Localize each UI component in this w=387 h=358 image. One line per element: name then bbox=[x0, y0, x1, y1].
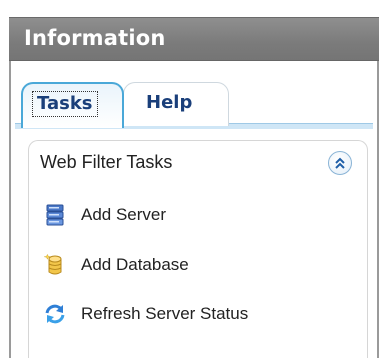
information-panel: Information Tasks Help Web Filter Tasks bbox=[0, 0, 387, 358]
tab-strip: Tasks Help bbox=[11, 61, 377, 131]
task-refresh-server-status-label: Refresh Server Status bbox=[81, 304, 249, 323]
task-refresh-server-status[interactable]: Refresh Server Status bbox=[43, 301, 343, 327]
title-bar: Information bbox=[9, 17, 379, 61]
refresh-icon bbox=[43, 302, 67, 326]
collapse-button[interactable] bbox=[328, 151, 352, 175]
double-chevron-up-icon bbox=[335, 157, 345, 169]
server-icon bbox=[43, 203, 67, 227]
tab-help[interactable]: Help bbox=[123, 82, 229, 126]
panel-body: Tasks Help Web Filter Tasks Add Server A… bbox=[9, 61, 379, 358]
task-add-database[interactable]: Add Database bbox=[43, 252, 343, 278]
panel-title: Information bbox=[24, 26, 166, 50]
task-add-server[interactable]: Add Server bbox=[43, 202, 343, 228]
task-add-database-label: Add Database bbox=[81, 255, 189, 274]
database-icon bbox=[43, 253, 67, 277]
tasks-box: Web Filter Tasks Add Server Add Database… bbox=[28, 140, 368, 358]
tasks-heading: Web Filter Tasks bbox=[40, 152, 173, 172]
task-add-server-label: Add Server bbox=[81, 205, 167, 224]
tab-tasks-label: Tasks bbox=[32, 91, 98, 117]
tab-tasks[interactable]: Tasks bbox=[21, 82, 124, 128]
tab-help-label: Help bbox=[146, 92, 193, 113]
